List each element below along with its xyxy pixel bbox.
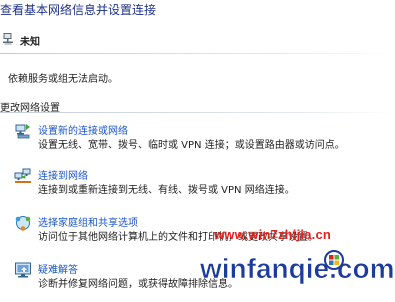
connect-network-icon	[14, 168, 31, 183]
network-name: 未知	[20, 37, 40, 48]
network-setup-icon	[15, 124, 30, 139]
homegroup-icon	[15, 216, 31, 231]
task-description: 设置无线、宽带、拨号、临时或 VPN 连接；或设置路由器或访问点。	[38, 140, 345, 151]
task-link[interactable]: 设置新的连接或网络	[38, 122, 128, 137]
task-setup-connection: 设置新的连接或网络 设置无线、宽带、拨号、临时或 VPN 连接；或设置路由器或访…	[0, 122, 395, 151]
divider	[0, 112, 395, 113]
task-link[interactable]: 连接到网络	[38, 167, 88, 182]
troubleshoot-icon	[15, 262, 31, 278]
task-description: 连接到或重新连接到无线、有线、拨号或 VPN 网络连接。	[38, 185, 295, 196]
network-unknown-icon	[3, 33, 13, 45]
task-connect-network: 连接到网络 连接到或重新连接到无线、有线、拨号或 VPN 网络连接。	[0, 167, 395, 196]
divider	[0, 53, 395, 54]
page-title: 查看基本网络信息并设置连接	[0, 3, 157, 17]
task-link[interactable]: 疑难解答	[38, 261, 78, 276]
watermark-logo-text: winfanqie.com	[199, 253, 394, 284]
task-link[interactable]: 选择家庭组和共享选项	[38, 214, 138, 229]
watermark-logo: winfanqie.com	[199, 250, 395, 284]
service-error-message: 依赖服务或组无法启动。	[8, 74, 118, 85]
